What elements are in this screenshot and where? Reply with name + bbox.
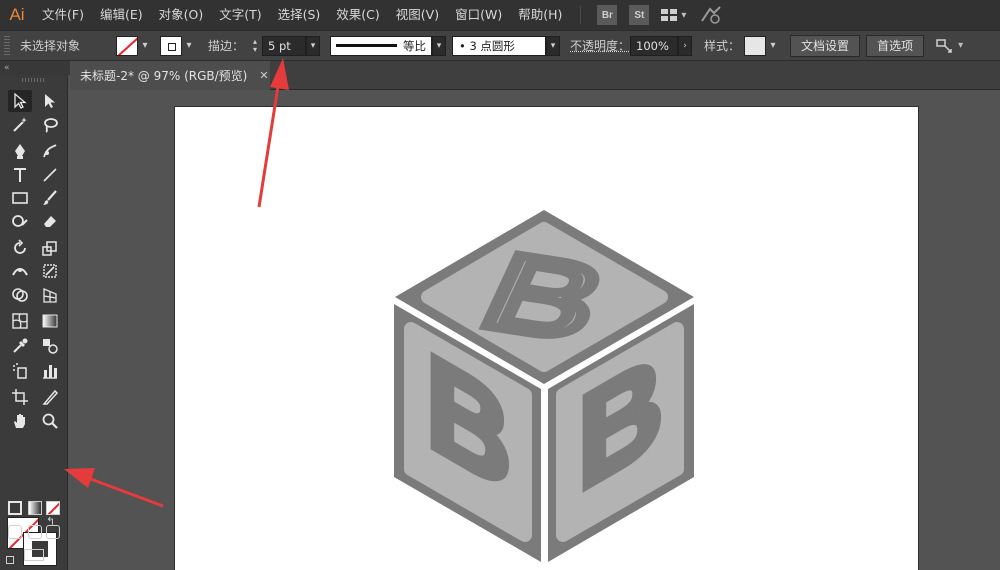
menu-effect[interactable]: 效果(C) bbox=[328, 0, 387, 30]
opacity-field[interactable]: 100% bbox=[630, 35, 679, 56]
selection-status: 未选择对象 bbox=[20, 39, 81, 53]
slice-tool-icon[interactable] bbox=[38, 386, 62, 408]
chevron-right-icon[interactable]: › bbox=[678, 35, 693, 56]
artboard[interactable]: B B B bbox=[175, 107, 918, 570]
workspace-layout-icon[interactable] bbox=[661, 9, 678, 21]
style-label: 样式： bbox=[704, 39, 741, 53]
chevron-down-icon[interactable]: ▾ bbox=[546, 35, 561, 56]
chevron-down-icon[interactable]: ▾ bbox=[138, 40, 152, 51]
fill-color-swatch[interactable] bbox=[116, 35, 138, 56]
direct-selection-tool-icon[interactable] bbox=[38, 90, 62, 112]
menu-view[interactable]: 视图(V) bbox=[388, 0, 447, 30]
screen-mode-icon[interactable] bbox=[24, 549, 44, 561]
symbol-sprayer-tool-icon[interactable] bbox=[8, 360, 32, 382]
stroke-weight-field[interactable]: 5 pt bbox=[262, 35, 307, 56]
chevron-down-icon[interactable]: ▾ bbox=[182, 40, 196, 51]
tools-panel-collapse[interactable]: « bbox=[0, 61, 70, 75]
draw-normal-icon[interactable] bbox=[8, 525, 22, 539]
pen-tool-icon[interactable] bbox=[8, 140, 32, 162]
color-mode-icon[interactable] bbox=[8, 501, 22, 515]
curvature-tool-icon[interactable] bbox=[38, 140, 62, 162]
align-panel-icon[interactable] bbox=[934, 37, 954, 55]
mesh-tool-icon[interactable] bbox=[8, 310, 32, 332]
draw-behind-icon[interactable] bbox=[28, 525, 42, 539]
eraser-tool-icon[interactable] bbox=[38, 210, 62, 232]
stroke-profile-label: 等比 bbox=[403, 38, 427, 53]
tools-panel-grip[interactable] bbox=[22, 78, 44, 82]
menu-window[interactable]: 窗口(W) bbox=[447, 0, 510, 30]
shaper-tool-icon[interactable] bbox=[8, 210, 32, 232]
menu-select[interactable]: 选择(S) bbox=[270, 0, 329, 30]
graphic-style-swatch[interactable] bbox=[744, 35, 767, 56]
menu-type[interactable]: 文字(T) bbox=[211, 0, 269, 30]
close-icon[interactable]: ✕ bbox=[259, 69, 268, 82]
stroke-color-swatch[interactable] bbox=[160, 35, 182, 56]
width-tool-icon[interactable] bbox=[8, 260, 32, 282]
menu-edit[interactable]: 编辑(E) bbox=[92, 0, 151, 30]
control-bar-grip[interactable] bbox=[4, 35, 10, 56]
chevron-down-icon[interactable]: ▾ bbox=[958, 40, 963, 51]
gpu-performance-icon[interactable] bbox=[700, 5, 722, 25]
bridge-button[interactable]: Br bbox=[597, 5, 618, 25]
artboard-tool-icon[interactable] bbox=[8, 386, 32, 408]
paintbrush-tool-icon[interactable] bbox=[38, 187, 62, 209]
hand-tool-icon[interactable] bbox=[8, 410, 32, 432]
lasso-tool-icon[interactable] bbox=[38, 114, 62, 136]
selection-tool-icon[interactable] bbox=[8, 90, 32, 112]
perspective-grid-tool-icon[interactable] bbox=[38, 284, 62, 306]
none-mode-icon[interactable] bbox=[46, 501, 60, 515]
rotate-tool-icon[interactable] bbox=[8, 237, 32, 259]
zoom-tool-icon[interactable] bbox=[38, 410, 62, 432]
type-tool-icon[interactable] bbox=[8, 164, 32, 186]
rectangle-tool-icon[interactable] bbox=[8, 187, 32, 209]
canvas-area[interactable]: B B B bbox=[70, 90, 1000, 570]
gradient-mode-icon[interactable] bbox=[28, 501, 42, 515]
eyedropper-tool-icon[interactable] bbox=[8, 335, 32, 357]
draw-inside-icon[interactable] bbox=[46, 525, 60, 539]
menu-divider bbox=[580, 6, 582, 24]
stroke-label[interactable]: 描边： bbox=[208, 37, 244, 54]
menu-object[interactable]: 对象(O) bbox=[151, 0, 212, 30]
letter-cube-artwork[interactable]: B B B bbox=[175, 107, 918, 570]
blend-tool-icon[interactable] bbox=[38, 335, 62, 357]
chevron-down-icon[interactable]: ▾ bbox=[306, 35, 321, 56]
document-tab-bar: 未标题-2* @ 97% (RGB/预览) ✕ bbox=[70, 61, 1000, 90]
stroke-line-preview bbox=[336, 44, 398, 47]
brush-select[interactable]: • 3 点圆形 bbox=[452, 35, 547, 56]
chevron-down-icon[interactable]: ▾ bbox=[432, 35, 447, 56]
document-setup-button[interactable]: 文档设置 bbox=[790, 34, 861, 57]
opacity-label[interactable]: 不透明度： bbox=[570, 37, 630, 54]
document-tab[interactable]: 未标题-2* @ 97% (RGB/预览) ✕ bbox=[70, 61, 270, 90]
document-tab-title: 未标题-2* @ 97% (RGB/预览) bbox=[80, 69, 248, 83]
menu-bar: Ai 文件(F) 编辑(E) 对象(O) 文字(T) 选择(S) 效果(C) 视… bbox=[0, 0, 1000, 30]
stepper-icon[interactable]: ▴ ▾ bbox=[248, 37, 262, 54]
app-logo: Ai bbox=[9, 5, 25, 24]
free-transform-tool-icon[interactable] bbox=[38, 260, 62, 282]
menu-file[interactable]: 文件(F) bbox=[34, 0, 92, 30]
tools-panel: ↰ bbox=[0, 75, 68, 570]
chevron-down-icon[interactable]: ▾ bbox=[681, 10, 686, 21]
menu-help[interactable]: 帮助(H) bbox=[510, 0, 570, 30]
gradient-tool-icon[interactable] bbox=[38, 310, 62, 332]
control-bar: 未选择对象 ▾ ▾ 描边： ▴ ▾ 5 pt ▾ 等比 ▾ • 3 点圆形 ▾ 不… bbox=[0, 30, 1000, 61]
stroke-profile-select[interactable]: 等比 bbox=[330, 35, 433, 56]
shape-builder-tool-icon[interactable] bbox=[8, 284, 32, 306]
stock-button[interactable]: St bbox=[629, 5, 650, 25]
scale-tool-icon[interactable] bbox=[38, 237, 62, 259]
column-graph-tool-icon[interactable] bbox=[38, 360, 62, 382]
default-fill-stroke-icon[interactable] bbox=[6, 556, 14, 564]
chevron-down-icon[interactable]: ▾ bbox=[766, 40, 780, 51]
preferences-button[interactable]: 首选项 bbox=[866, 34, 925, 57]
magic-wand-tool-icon[interactable] bbox=[8, 114, 32, 136]
line-segment-tool-icon[interactable] bbox=[38, 164, 62, 186]
